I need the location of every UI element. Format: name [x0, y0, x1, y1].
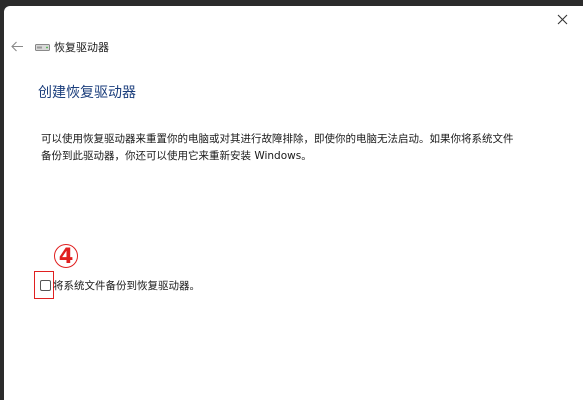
- description-text: 可以使用恢复驱动器来重置你的电脑或对其进行故障排除，即使你的电脑无法启动。如果你…: [41, 133, 514, 162]
- title-bar: 恢复驱动器: [35, 39, 109, 55]
- backup-system-files-checkbox[interactable]: [40, 280, 51, 291]
- step-annotation: 4: [54, 244, 78, 268]
- backup-system-files-label[interactable]: 将系统文件备份到恢复驱动器。: [53, 278, 200, 293]
- page-title: 创建恢复驱动器: [38, 85, 136, 101]
- drive-icon: [35, 44, 50, 51]
- window-title: 恢复驱动器: [54, 41, 109, 54]
- recovery-drive-window: 恢复驱动器 创建恢复驱动器 可以使用恢复驱动器来重置你的电脑或对其进行故障排除，…: [4, 6, 583, 400]
- close-icon: [557, 14, 567, 24]
- close-button[interactable]: [550, 8, 574, 30]
- annotation-ring: [54, 244, 78, 268]
- back-button[interactable]: [7, 37, 27, 55]
- back-arrow-icon: [10, 41, 23, 51]
- backup-system-files-option[interactable]: 将系统文件备份到恢复驱动器。: [40, 278, 200, 293]
